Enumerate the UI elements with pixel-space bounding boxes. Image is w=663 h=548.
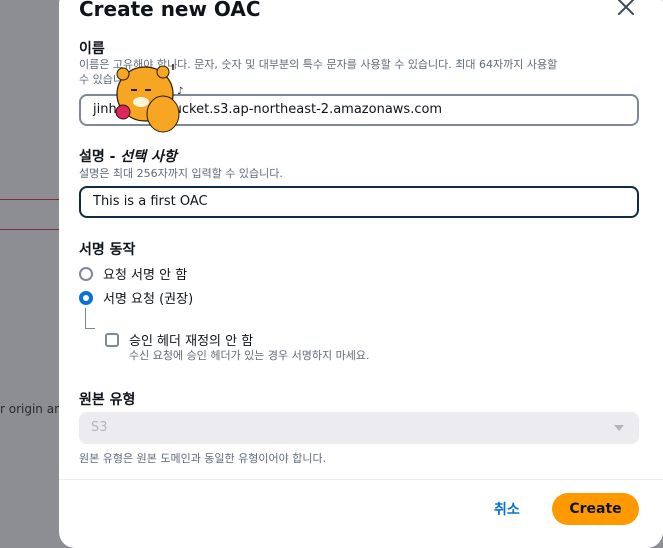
checkbox-icon[interactable] bbox=[105, 332, 119, 347]
cancel-button[interactable]: 취소 bbox=[494, 499, 520, 519]
radio-sign-requests[interactable]: 서명 요청 (권장) bbox=[79, 288, 193, 307]
origin-type-value: S3 bbox=[91, 420, 108, 435]
radio-label: 서명 요청 (권장) bbox=[103, 292, 194, 307]
checkbox-label: 승인 헤더 재정의 안 함 bbox=[129, 334, 254, 349]
description-hint: 설명은 최대 256자까지 입력할 수 있습니다. bbox=[79, 167, 283, 180]
bear-sticker-icon: ♪ bbox=[111, 60, 187, 134]
origin-type-hint: 원본 유형은 원본 도메인과 동일한 유형이어야 합니다. bbox=[79, 452, 327, 465]
checkbox-description: 수신 요청에 승인 헤더가 있는 경우 서명하지 마세요. bbox=[129, 349, 370, 362]
tree-connector bbox=[85, 308, 95, 329]
radio-do-not-sign[interactable]: 요청 서명 안 함 bbox=[79, 264, 187, 283]
modal-title: Create new OAC bbox=[79, 0, 261, 21]
close-icon[interactable] bbox=[616, 0, 636, 17]
radio-label: 요청 서명 안 함 bbox=[103, 268, 188, 283]
origin-type-select: S3 bbox=[79, 412, 639, 444]
radio-icon[interactable] bbox=[79, 266, 93, 281]
footer-divider bbox=[59, 479, 663, 480]
create-oac-modal: Create new OAC 이름 이름은 고유해야 합니다. 문자, 숫자 및… bbox=[59, 0, 663, 548]
origin-type-label: 원본 유형 bbox=[79, 392, 136, 408]
svg-text:♪: ♪ bbox=[177, 86, 183, 97]
radio-checked-icon[interactable] bbox=[79, 290, 93, 305]
description-label: 설명 - 선택 사항 bbox=[79, 149, 177, 165]
signing-behavior-label: 서명 동작 bbox=[79, 242, 136, 258]
description-input[interactable]: This is a first OAC bbox=[79, 186, 639, 218]
caret-down-icon bbox=[613, 412, 625, 457]
name-label: 이름 bbox=[79, 41, 105, 57]
create-button[interactable]: Create bbox=[552, 493, 639, 525]
checkbox-do-not-override[interactable]: 승인 헤더 재정의 안 함 bbox=[105, 330, 253, 349]
background-text: r origin and bbox=[0, 402, 66, 416]
